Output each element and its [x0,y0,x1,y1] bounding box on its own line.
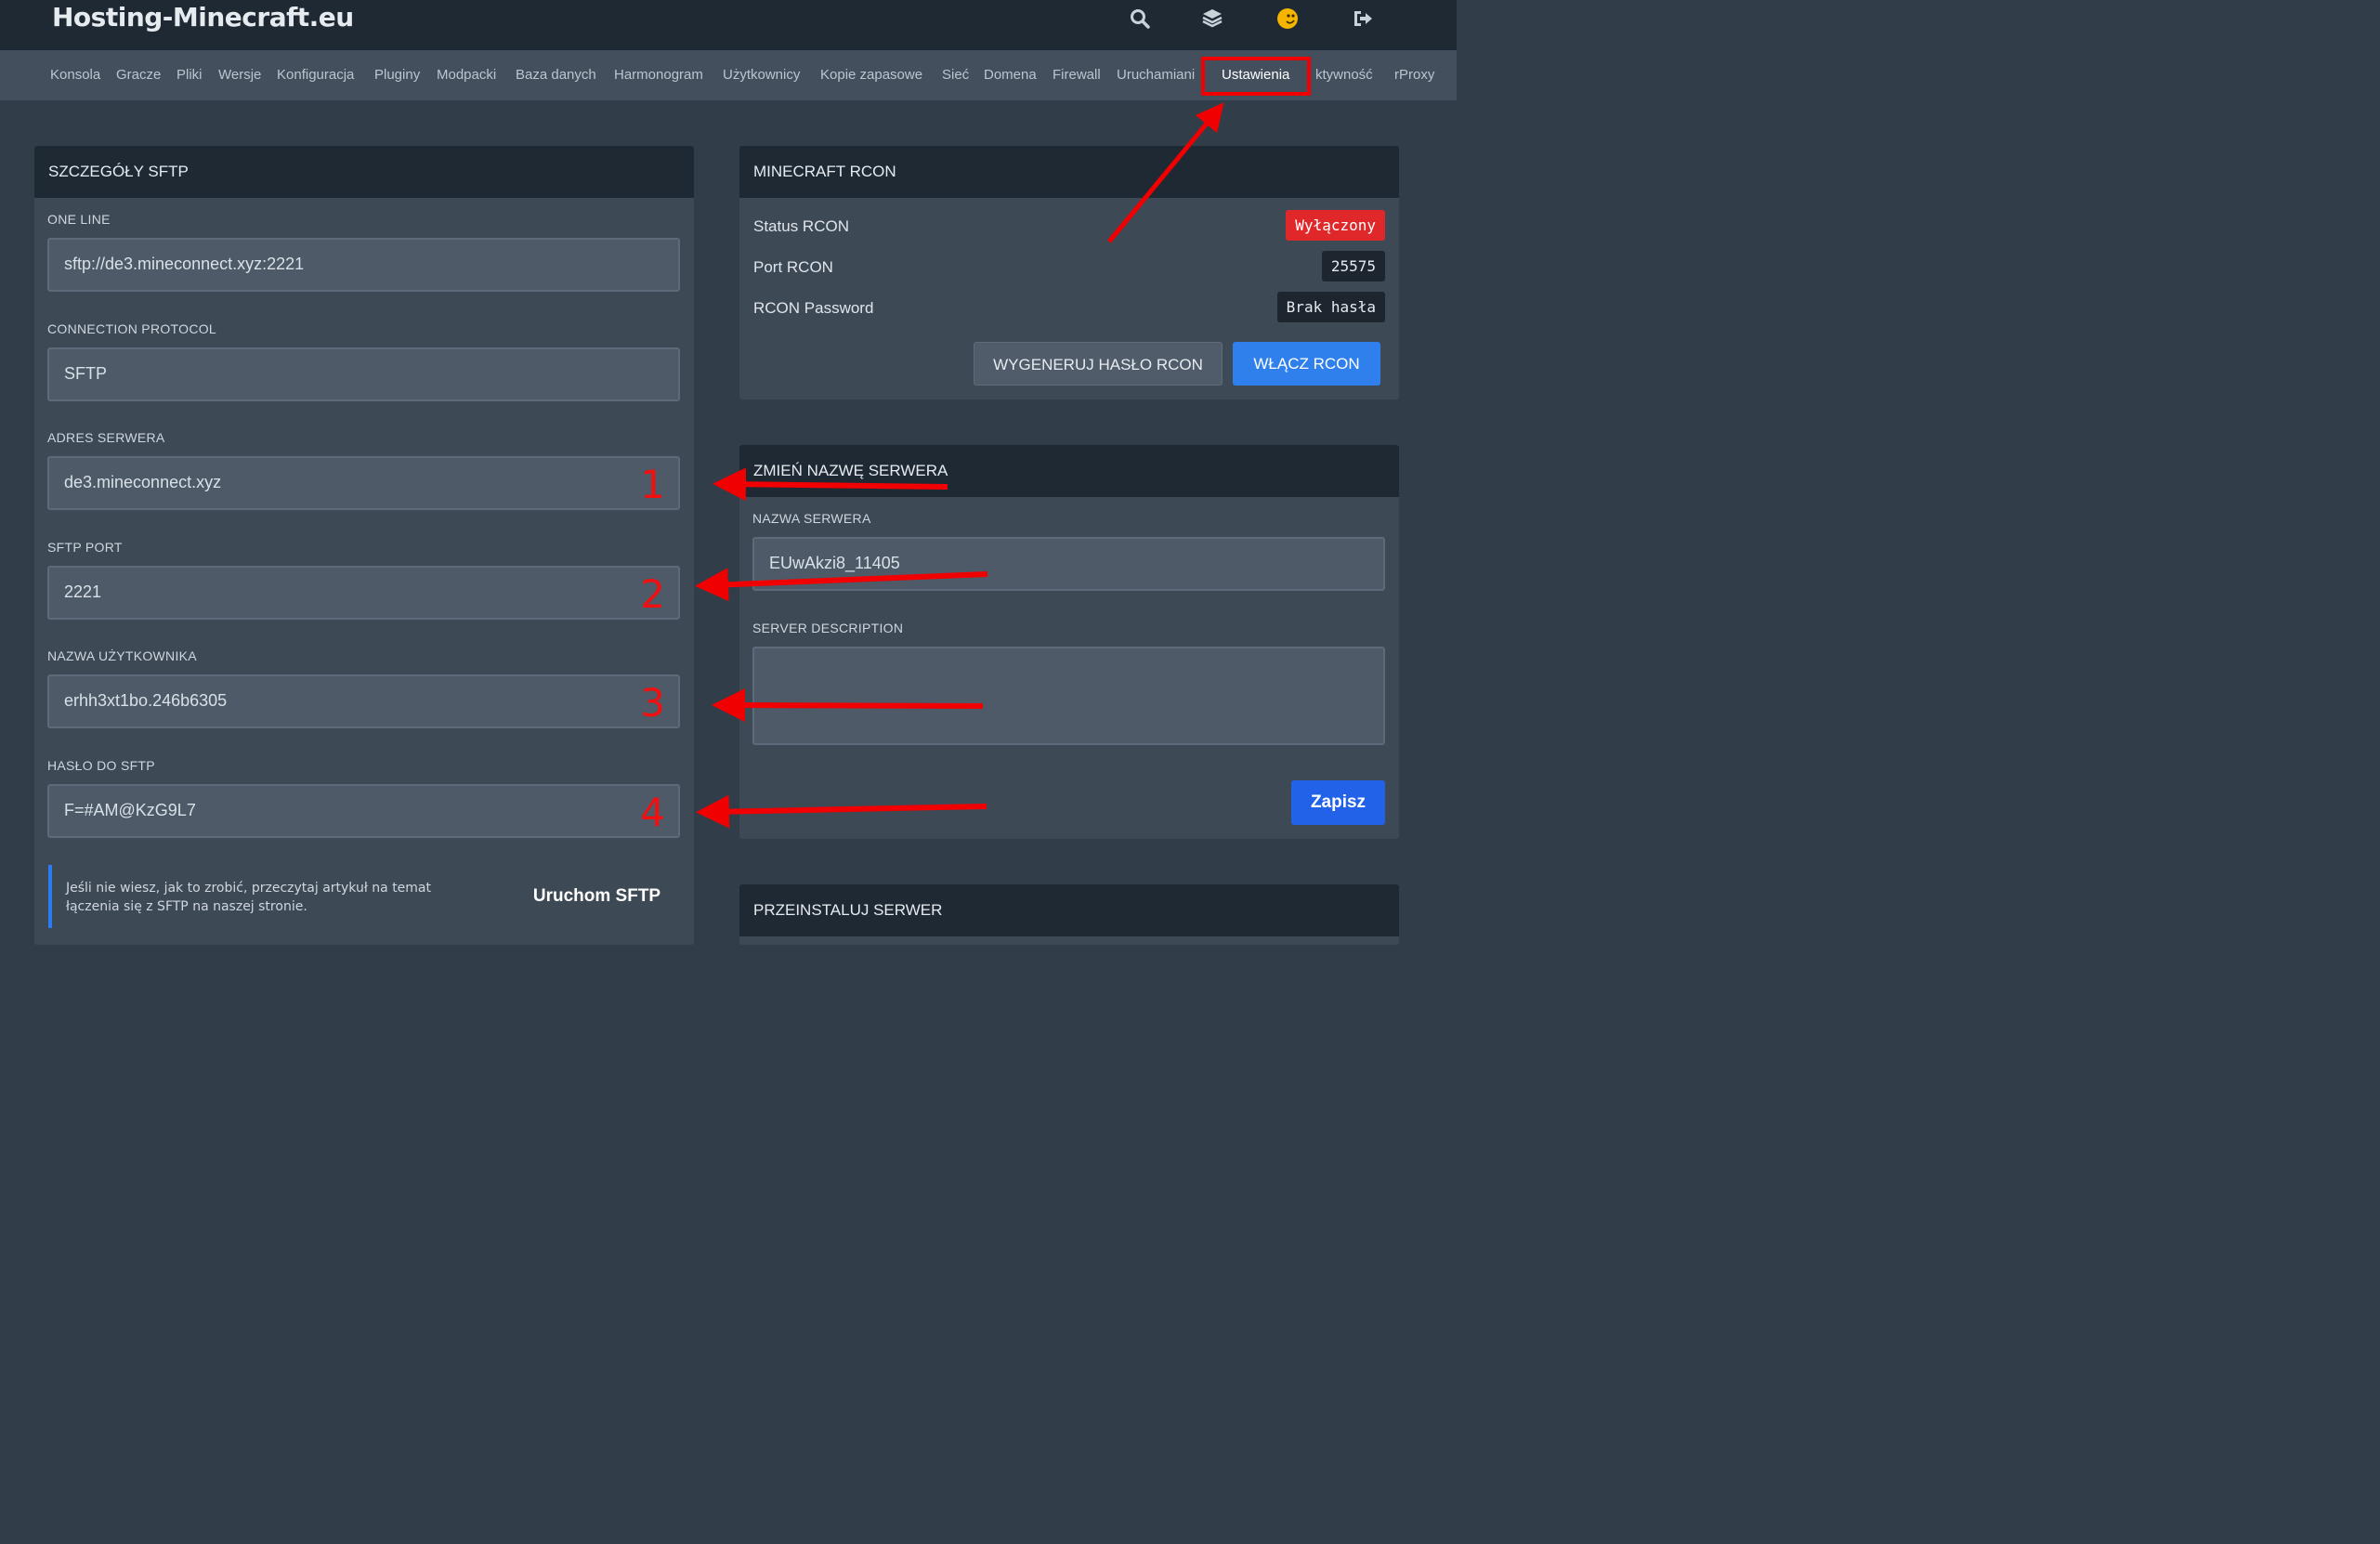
rcon-panel-header: MINECRAFT RCON [739,146,1399,198]
logout-icon[interactable] [1352,7,1374,30]
server-description-label: SERVER DESCRIPTION [752,621,904,635]
save-button[interactable]: Zapisz [1291,780,1385,825]
sftp-help-note[interactable]: Jeśli nie wiesz, jak to zrobić, przeczyt… [66,879,475,916]
rcon-password-value: Brak hasła [1276,292,1385,322]
sftp-port-value: 2221 [64,582,102,601]
server-name-label: NAZWA SERWERA [752,511,871,526]
enable-rcon-button[interactable]: WŁĄCZ RCON [1233,342,1380,386]
nav-aktywnosc[interactable]: ktywność [1315,67,1373,83]
nav-wersje[interactable]: Wersje [218,67,261,83]
rename-panel-header: ZMIEŃ NAZWĘ SERWERA [739,445,1399,497]
layers-icon[interactable] [1201,7,1223,30]
generate-rcon-password-button[interactable]: WYGENERUJ HASŁO RCON [974,342,1223,386]
sftp-panel-header: SZCZEGÓŁY SFTP [34,146,694,198]
sftp-password-label: HASŁO DO SFTP [47,758,155,773]
server-address-label: ADRES SERWERA [47,430,165,445]
nav-kopie-zapasowe[interactable]: Kopie zapasowe [820,67,922,83]
user-avatar-icon[interactable] [1276,7,1299,30]
username-value: erhh3xt1bo.246b6305 [64,691,228,710]
reinstall-panel-title: PRZEINSTALUJ SERWER [753,901,943,919]
sftp-port-label: SFTP PORT [47,540,123,555]
note-accent-bar [48,865,52,928]
nav-baza-danych[interactable]: Baza danych [516,67,596,83]
nav-firewall[interactable]: Firewall [1053,67,1101,83]
connection-protocol-label: CONNECTION PROTOCOL [47,321,217,336]
sftp-password-value: F=#AM@KzG9L7 [64,801,196,819]
reinstall-panel-header: PRZEINSTALUJ SERWER [739,884,1399,936]
one-line-value: sftp://de3.mineconnect.xyz:2221 [64,255,305,273]
rcon-panel: MINECRAFT RCON Status RCON Wyłączony Por… [739,146,1399,399]
server-name-value: EUwAkzi8_11405 [769,554,900,572]
nav-gracze[interactable]: Gracze [116,67,161,83]
nav-konsola[interactable]: Konsola [50,67,100,83]
one-line-field[interactable]: sftp://de3.mineconnect.xyz:2221 [47,238,680,292]
server-description-textarea[interactable] [752,647,1385,745]
nav-konfiguracja[interactable]: Konfiguracja [277,67,354,83]
search-icon[interactable] [1129,7,1151,30]
annotation-number-3: 3 [640,680,665,726]
launch-sftp-button[interactable]: Uruchom SFTP [520,886,673,910]
top-bar: Hosting-Minecraft.eu [0,0,1457,50]
nav-harmonogram[interactable]: Harmonogram [614,67,703,83]
nav-modpacki[interactable]: Modpacki [437,67,496,83]
server-name-input[interactable]: EUwAkzi8_11405 [752,537,1385,591]
annotation-number-4: 4 [640,790,665,835]
username-field[interactable]: erhh3xt1bo.246b6305 3 [47,674,680,728]
reinstall-panel: PRZEINSTALUJ SERWER [739,884,1399,945]
sftp-port-field[interactable]: 2221 2 [47,566,680,620]
nav-pliki[interactable]: Pliki [177,67,203,83]
annotation-number-2: 2 [640,571,665,617]
rcon-status-badge: Wyłączony [1286,210,1385,241]
connection-protocol-field[interactable]: SFTP [47,347,680,401]
rcon-port-value: 25575 [1321,251,1385,281]
connection-protocol-value: SFTP [64,364,108,383]
nav-domena[interactable]: Domena [984,67,1037,83]
server-address-value: de3.mineconnect.xyz [64,473,222,491]
rename-panel-title: ZMIEŃ NAZWĘ SERWERA [753,462,948,479]
sftp-panel-title: SZCZEGÓŁY SFTP [48,163,189,180]
nav-uzytkownicy[interactable]: Użytkownicy [723,67,800,83]
rcon-panel-title: MINECRAFT RCON [753,163,896,180]
rcon-password-label: RCON Password [753,299,874,317]
site-logo-text[interactable]: Hosting-Minecraft.eu [52,2,354,33]
one-line-label: ONE LINE [47,212,111,227]
nav-siec[interactable]: Sieć [942,67,969,83]
sftp-password-field[interactable]: F=#AM@KzG9L7 4 [47,784,680,838]
annotation-number-1: 1 [640,462,665,507]
username-label: NAZWA UŻYTKOWNIKA [47,648,197,663]
rcon-status-label: Status RCON [753,217,849,235]
nav-pluginy[interactable]: Pluginy [374,67,420,83]
server-address-field[interactable]: de3.mineconnect.xyz 1 [47,456,680,510]
rcon-port-label: Port RCON [753,258,833,276]
nav-ustawienia[interactable]: Ustawienia [1222,67,1289,83]
nav-uruchamianie[interactable]: Uruchamiani [1117,67,1198,83]
nav-proxy[interactable]: rProxy [1394,67,1434,83]
